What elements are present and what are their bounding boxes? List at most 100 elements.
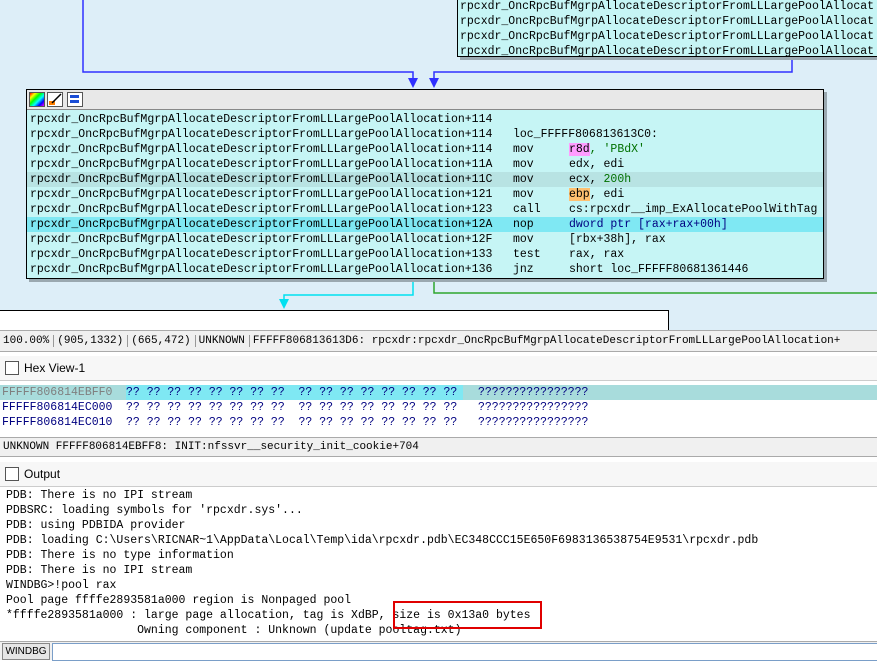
highlight-annotation-box [393,601,542,629]
code-line-current[interactable]: rpcxdr_OncRpcBufMgrpAllocateDescriptorFr… [27,172,823,187]
code-line[interactable]: rpcxdr_OncRpcBufMgrpAllocateDescriptorFr… [27,262,823,277]
mouse-coords: (665,472) [127,335,191,347]
code-address: rpcxdr_OncRpcBufMgrpAllocateDescriptorFr… [30,188,493,201]
code-line[interactable]: rpcxdr_OncRpcBufMgrpAllocateDescriptorFr… [27,187,823,202]
operand-rest: , edi [589,188,625,201]
hex-ascii[interactable]: ???????????????? [478,400,588,415]
code-mnemonic: mov [513,143,534,156]
edge-blue-right [433,55,793,86]
code-address: rpcxdr_OncRpcBufMgrpAllocateDescriptorFr… [30,203,493,216]
hex-row[interactable]: FFFFF806814EC000 ?? ?? ?? ?? ?? ?? ?? ??… [0,400,877,415]
code-operand: ebp, edi [569,187,624,202]
code-mnemonic: mov [513,158,534,171]
hex-address: FFFFF806814EBFF0 [2,385,113,400]
code-line[interactable]: rpcxdr_OncRpcBufMgrpAllocateDescriptorFr… [27,202,823,217]
code-operand: edx, edi [569,158,625,171]
hex-ascii[interactable]: ???????????????? [478,415,588,430]
hex-status-bar: UNKNOWN FFFFF806814EBFF8: INIT:nfssvr__s… [0,437,877,457]
code-operand: ecx, 200h [569,172,631,187]
code-line[interactable]: rpcxdr_OncRpcBufMgrpAllocateDescriptorFr… [27,232,823,247]
register-highlight[interactable]: r8d [569,143,590,156]
hex-status-text: UNKNOWN FFFFF806814EBFF8: INIT:nfssvr__s… [3,441,419,453]
code-line[interactable]: rpcxdr_OncRpcBufMgrpAllocateDescriptorFr… [27,112,823,127]
hex-bytes[interactable]: ?? ?? ?? ?? ?? ?? ?? ?? ?? ?? ?? ?? ?? ?… [126,385,463,400]
operand-rest: , 'PBdX' [589,143,645,156]
code-address: rpcxdr_OncRpcBufMgrpAllocateDescriptorFr… [30,128,493,141]
code-line[interactable]: rpcxdr_OncRpcBufMgrpAllocateDescriptorFr… [458,44,877,59]
code-mnemonic: call [513,203,541,216]
code-jump-target[interactable]: short loc_FFFFF80681361446 [569,262,748,277]
code-line[interactable]: rpcxdr_OncRpcBufMgrpAllocateDescriptorFr… [27,142,823,157]
code-mnemonic: nop [513,218,534,231]
register-highlight[interactable]: ebp [569,188,590,201]
operand-immediate: 200h [603,173,632,186]
command-bar: WINDBG [0,641,877,661]
code-address: rpcxdr_OncRpcBufMgrpAllocateDescriptorFr… [30,158,493,171]
graph-status-bar: 100.00% (905,1332) (665,472) UNKNOWN FFFFF80… [0,330,877,352]
code-operand[interactable]: cs:rpcxdr__imp_ExAllocatePoolWithTag [569,202,817,217]
code-operand: dword ptr [rax+rax+00h] [569,218,728,231]
output-line: PDB: loading C:\Users\RICNAR~1\AppData\L… [6,534,759,547]
output-tab[interactable]: Output [0,462,877,487]
hex-row[interactable]: FFFFF806814EC010 ?? ?? ?? ?? ?? ?? ?? ??… [0,415,877,430]
graph-view[interactable]: rpcxdr_OncRpcBufMgrpAllocateDescriptorFr… [0,0,877,330]
hex-address: FFFFF806814EC010 [2,416,113,429]
code-line[interactable]: rpcxdr_OncRpcBufMgrpAllocateDescriptorFr… [27,127,823,142]
block-title-bar [27,90,823,110]
zoom-level: 100.00% [3,335,50,347]
hex-view-icon [5,361,19,375]
code-operand: [rbx+38h], rax [569,233,666,246]
group-nodes-icon[interactable] [67,92,83,107]
code-mnemonic: mov [513,173,534,186]
output-line: PDB: There is no IPI stream [6,489,193,502]
top-code-block[interactable]: rpcxdr_OncRpcBufMgrpAllocateDescriptorFr… [457,0,877,59]
code-line[interactable]: rpcxdr_OncRpcBufMgrpAllocateDescriptorFr… [458,29,877,44]
code-mnemonic: jnz [513,263,534,276]
code-address: rpcxdr_OncRpcBufMgrpAllocateDescriptorFr… [30,173,493,186]
code-label[interactable]: loc_FFFFF806813613C0: [513,127,658,142]
edge-green-right [433,279,877,294]
next-code-block[interactable] [0,310,669,330]
output-title: Output [24,467,61,481]
output-line: PDB: using PDBIDA provider [6,519,186,532]
code-address: rpcxdr_OncRpcBufMgrpAllocateDescriptorFr… [30,263,493,276]
code-address: rpcxdr_OncRpcBufMgrpAllocateDescriptorFr… [30,113,493,126]
output-line: WINDBG>!pool rax [6,579,117,592]
hex-view-title: Hex View-1 [24,361,86,375]
code-mnemonic: test [513,248,541,261]
output-line: PDBSRC: loading symbols for 'rpcxdr.sys'… [6,504,303,517]
hex-bytes[interactable]: ?? ?? ?? ?? ?? ?? ?? ?? ?? ?? ?? ?? ?? ?… [126,415,457,430]
operand-prefix: ecx, [569,173,604,186]
hex-view-tab[interactable]: Hex View-1 [0,356,877,381]
main-code-block[interactable]: rpcxdr_OncRpcBufMgrpAllocateDescriptorFr… [26,89,824,279]
code-address: rpcxdr_OncRpcBufMgrpAllocateDescriptorFr… [30,233,493,246]
code-operand: r8d, 'PBdX' [569,142,645,157]
current-location: FFFFF806813613D6: rpcxdr:rpcxdr_OncRpcBu… [248,335,841,347]
hex-ascii[interactable]: ???????????????? [478,385,588,400]
code-line[interactable]: rpcxdr_OncRpcBufMgrpAllocateDescriptorFr… [458,14,877,29]
windbg-mode-button[interactable]: WINDBG [2,643,50,660]
hex-row-selected[interactable]: FFFFF806814EBFF0 ?? ?? ?? ?? ?? ?? ?? ??… [0,385,877,400]
code-address: rpcxdr_OncRpcBufMgrpAllocateDescriptorFr… [30,143,493,156]
hex-address: FFFFF806814EC000 [2,401,113,414]
code-address: rpcxdr_OncRpcBufMgrpAllocateDescriptorFr… [30,248,493,261]
hex-view-panel[interactable]: FFFFF806814EBFF0 ?? ?? ?? ?? ?? ?? ?? ??… [0,385,877,436]
edge-cyan-down [283,279,414,306]
code-line[interactable]: rpcxdr_OncRpcBufMgrpAllocateDescriptorFr… [458,0,877,14]
graph-coords: (905,1332) [53,335,124,347]
code-line[interactable]: rpcxdr_OncRpcBufMgrpAllocateDescriptorFr… [27,157,823,172]
code-mnemonic: mov [513,188,534,201]
arrow-head-left [408,78,418,88]
code-line[interactable]: rpcxdr_OncRpcBufMgrpAllocateDescriptorFr… [27,247,823,262]
segment-kind: UNKNOWN [194,335,245,347]
edit-block-icon[interactable] [47,92,63,107]
command-input[interactable] [52,643,877,661]
output-line: PDB: There is no IPI stream [6,564,193,577]
hex-bytes[interactable]: ?? ?? ?? ?? ?? ?? ?? ?? ?? ?? ?? ?? ?? ?… [126,400,457,415]
output-icon [5,467,19,481]
code-mnemonic: mov [513,233,534,246]
color-palette-icon[interactable] [29,92,45,107]
arrow-head-cyan [279,299,289,309]
arrow-head-right [429,78,439,88]
code-line-selected[interactable]: rpcxdr_OncRpcBufMgrpAllocateDescriptorFr… [27,217,823,232]
